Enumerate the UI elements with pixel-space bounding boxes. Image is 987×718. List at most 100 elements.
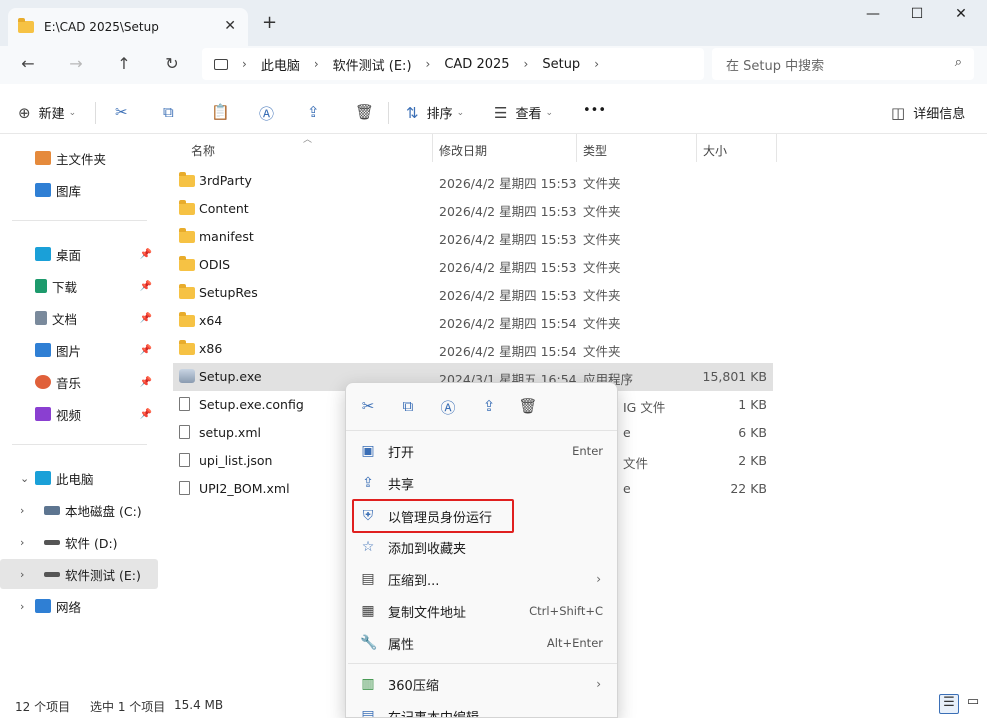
menu-item-share[interactable]: ⇪ 共享 (346, 467, 617, 499)
title-bar: E:\CAD 2025\Setup ✕ + — ☐ ✕ (0, 0, 987, 46)
file-row[interactable]: 3rdParty 2026/4/2 星期四 15:53 文件夹 (173, 167, 773, 195)
sidebar-item-network[interactable]: › 网络 (0, 591, 158, 621)
chevron-right-icon[interactable]: › (20, 504, 24, 517)
chevron-right-icon[interactable]: › (20, 600, 24, 613)
sidebar-item-pictures[interactable]: 图片 📌 (0, 335, 158, 365)
column-divider[interactable] (776, 134, 777, 162)
more-button[interactable]: ••• (583, 103, 606, 118)
sidebar-item-music[interactable]: 音乐 📌 (0, 367, 158, 397)
sidebar-item-documents[interactable]: 文档 📌 (0, 303, 158, 333)
file-name: setup.xml (199, 425, 261, 440)
breadcrumb-cad2025[interactable]: CAD 2025 (444, 57, 509, 72)
details-icon: ◫ (891, 103, 906, 122)
music-icon (35, 375, 51, 389)
share-icon[interactable]: ⇪ (479, 397, 499, 415)
details-pane-button[interactable]: ◫ 详细信息 (891, 103, 965, 123)
file-row[interactable]: manifest 2026/4/2 星期四 15:53 文件夹 (173, 223, 773, 251)
share-button[interactable]: ⇪ (307, 103, 328, 121)
chevron-right-icon[interactable]: › (20, 536, 24, 549)
sort-button[interactable]: ⇅ 排序 ⌄ (406, 103, 464, 123)
column-header-type[interactable]: 类型 (583, 142, 607, 159)
column-divider[interactable] (432, 134, 433, 162)
menu-item-label: 在记事本中编辑 (388, 710, 480, 718)
chevron-right-icon[interactable]: › (314, 57, 319, 71)
new-button[interactable]: ⊕ 新建 ⌄ (18, 103, 76, 123)
paste-button[interactable]: 📋 (211, 103, 238, 121)
new-label: 新建 (38, 107, 65, 122)
address-bar[interactable]: › 此电脑 › 软件测试 (E:) › CAD 2025 › Setup › (202, 48, 704, 80)
cut-icon[interactable]: ✂ (358, 397, 378, 415)
chevron-down-icon[interactable]: ⌄ (20, 472, 29, 485)
pin-icon: 📌 (139, 280, 152, 292)
folder-icon (179, 340, 195, 355)
sidebar-item-drive-e[interactable]: › 软件测试 (E:) (0, 559, 158, 589)
menu-item-properties[interactable]: 🔧 属性 Alt+Enter (346, 627, 617, 659)
chevron-right-icon[interactable]: › (524, 57, 529, 71)
new-tab-button[interactable]: + (262, 12, 277, 33)
delete-button[interactable]: 🗑 (355, 103, 382, 121)
tab-current[interactable]: E:\CAD 2025\Setup ✕ (8, 8, 248, 46)
sidebar-item-videos[interactable]: 视频 📌 (0, 399, 158, 429)
breadcrumb-this-pc[interactable]: 此电脑 (261, 55, 300, 74)
tiles-view-icon[interactable]: ▭ (963, 694, 983, 714)
breadcrumb-drive-e[interactable]: 软件测试 (E:) (333, 55, 412, 74)
chevron-right-icon[interactable]: › (242, 57, 247, 71)
copy-button[interactable]: ⧉ (163, 103, 182, 121)
file-row[interactable]: x64 2026/4/2 星期四 15:54 文件夹 (173, 307, 773, 335)
share-icon: ⇪ (307, 103, 320, 121)
copy-icon[interactable]: ⧉ (398, 397, 418, 415)
menu-item-compress[interactable]: ▤ 压缩到... › (346, 563, 617, 595)
column-header-size[interactable]: 大小 (703, 142, 727, 159)
forward-icon[interactable]: → (65, 54, 87, 73)
copy-icon: ⧉ (163, 103, 174, 121)
search-placeholder: 在 Setup 中搜索 (726, 58, 825, 74)
rename-icon[interactable]: Ⓐ (438, 397, 458, 418)
divider (388, 102, 389, 124)
view-button[interactable]: ☰ 查看 ⌄ (494, 103, 553, 123)
details-view-icon[interactable]: ☰ (939, 694, 959, 714)
column-header-date[interactable]: 修改日期 (439, 142, 487, 159)
view-label: 查看 (515, 107, 542, 122)
column-divider[interactable] (576, 134, 577, 162)
sidebar-item-drive-d[interactable]: › 软件 (D:) (0, 527, 158, 557)
chevron-right-icon[interactable]: › (426, 57, 431, 71)
sidebar-item-label: 文档 (52, 311, 78, 327)
menu-item-360-compress[interactable]: ▥ 360压缩 › (346, 668, 617, 700)
chevron-right-icon[interactable]: › (20, 568, 24, 581)
file-row[interactable]: SetupRes 2026/4/2 星期四 15:53 文件夹 (173, 279, 773, 307)
minimize-button[interactable]: — (858, 6, 888, 22)
column-header-name[interactable]: 名称 (191, 142, 215, 159)
back-icon[interactable]: ← (17, 54, 39, 73)
file-row[interactable]: Content 2026/4/2 星期四 15:53 文件夹 (173, 195, 773, 223)
delete-icon[interactable]: 🗑 (518, 397, 538, 415)
column-divider[interactable] (696, 134, 697, 162)
file-name: upi_list.json (199, 453, 273, 468)
sidebar-item-desktop[interactable]: 桌面 📌 (0, 239, 158, 269)
exe-icon (179, 369, 195, 383)
breadcrumb-setup[interactable]: Setup (542, 57, 580, 72)
file-type: e (623, 481, 631, 496)
rename-button[interactable]: Ⓐ (259, 103, 282, 124)
sidebar-item-downloads[interactable]: 下载 📌 (0, 271, 158, 301)
menu-item-add-favorites[interactable]: ☆ 添加到收藏夹 (346, 531, 617, 563)
menu-item-edit-notepad[interactable]: ▤ 在记事本中编辑 (346, 700, 617, 718)
sidebar-item-gallery[interactable]: 图库 (0, 175, 158, 205)
pin-icon: 📌 (139, 248, 152, 260)
menu-item-open[interactable]: ▣ 打开 Enter (346, 435, 617, 467)
close-button[interactable]: ✕ (946, 6, 976, 22)
menu-item-copy-path[interactable]: ▦ 复制文件地址 Ctrl+Shift+C (346, 595, 617, 627)
menu-item-label: 360压缩 (388, 678, 439, 694)
sidebar-item-label: 桌面 (56, 247, 82, 263)
refresh-icon[interactable]: ↻ (161, 54, 183, 73)
maximize-button[interactable]: ☐ (902, 6, 932, 22)
search-box[interactable]: 在 Setup 中搜索 ⌕ (712, 48, 974, 80)
sidebar-item-drive-c[interactable]: › 本地磁盘 (C:) (0, 495, 158, 525)
tab-close-icon[interactable]: ✕ (224, 18, 236, 34)
up-icon[interactable]: ↑ (113, 54, 135, 73)
file-row[interactable]: x86 2026/4/2 星期四 15:54 文件夹 (173, 335, 773, 363)
cut-button[interactable]: ✂ (115, 103, 136, 121)
sidebar-item-home[interactable]: 主文件夹 (0, 143, 158, 173)
chevron-right-icon[interactable]: › (594, 57, 599, 71)
sidebar-item-this-pc[interactable]: ⌄ 此电脑 (0, 463, 158, 493)
file-row[interactable]: ODIS 2026/4/2 星期四 15:53 文件夹 (173, 251, 773, 279)
